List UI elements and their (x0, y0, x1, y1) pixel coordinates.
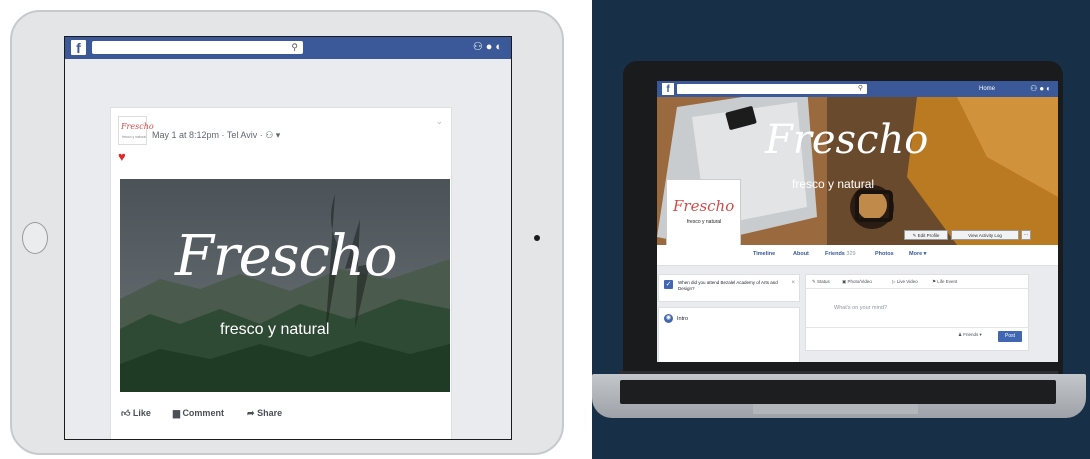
profile-logo-sub: fresco y natural (687, 219, 722, 225)
share-icon: ➦ (247, 408, 255, 418)
profile-question-card: ✓ When did you attend Bezalel Academy of… (658, 274, 800, 302)
chevron-down-icon[interactable]: ⌄ (435, 116, 443, 127)
facebook-logo-icon[interactable]: f (662, 83, 674, 95)
facebook-top-bar: f ⚲ ⚇●◐ (65, 37, 511, 59)
post-image-tagline: fresco y natural (220, 321, 330, 338)
globe-icon: ◉ (664, 314, 673, 323)
tablet-screen: f ⚲ ⚇●◐ Frescho fresco y natural May 1 a… (64, 36, 512, 440)
share-button[interactable]: ➦ Share (247, 408, 282, 419)
tab-photos[interactable]: Photos (875, 251, 894, 257)
post-meta[interactable]: May 1 at 8:12pm · Tel Aviv · ⚇ ▾ (152, 130, 280, 141)
like-icon: 👍︎ (121, 408, 131, 418)
profile-picture[interactable]: Frescho fresco y natural (667, 180, 740, 253)
search-input[interactable]: ⚲ (92, 41, 303, 54)
tab-more[interactable]: More ▾ (909, 251, 926, 257)
tablet-home-button[interactable] (22, 222, 48, 254)
composer-input[interactable]: What's on your mind? (834, 305, 887, 311)
activity-log-button[interactable]: View Activity Log (951, 230, 1019, 240)
composer-divider (806, 288, 1028, 289)
post-button[interactable]: Post (998, 331, 1022, 342)
avatar-logo-text: Frescho (121, 122, 154, 131)
laptop-trackpad (753, 404, 918, 414)
post-image[interactable]: Frescho fresco y natural (120, 179, 450, 392)
facebook-logo-icon[interactable]: f (71, 40, 86, 56)
avatar-tagline: fresco y natural (122, 135, 146, 139)
comment-icon: ▆ (173, 408, 180, 418)
reaction-summary[interactable] (116, 436, 316, 439)
composer-tab-event[interactable]: ⚑ Life Event (932, 279, 957, 285)
edit-profile-button[interactable]: ✎ Edit Profile (904, 230, 948, 240)
laptop-keyboard (620, 380, 1056, 404)
audience-selector[interactable]: ♟ Friends ▾ (958, 332, 982, 338)
post-actions: 👍︎ Like ▆ Comment ➦ Share (121, 408, 421, 424)
laptop-screen: f ⚲ Home ⚇●◐ Frescho fresco y natural Fr… (657, 81, 1058, 362)
page-avatar[interactable]: Frescho fresco y natural (118, 116, 154, 145)
composer-footer-divider (806, 327, 1028, 328)
laptop-facebook-top-bar: f ⚲ Home ⚇●◐ (657, 81, 1058, 97)
search-icon[interactable]: ⚲ (291, 41, 298, 54)
more-options-button[interactable]: ··· (1021, 230, 1031, 240)
tab-friends[interactable]: Friends 329 (825, 251, 856, 257)
comment-button[interactable]: ▆ Comment (173, 408, 224, 419)
nav-icons[interactable]: ⚇●◐ (1030, 84, 1053, 94)
laptop-base (592, 374, 1086, 418)
checkbox-icon[interactable]: ✓ (664, 280, 673, 289)
composer-tab-live[interactable]: ▷ Live Video (892, 279, 918, 285)
tab-about[interactable]: About (793, 251, 809, 257)
like-button[interactable]: 👍︎ Like (121, 408, 151, 419)
tab-timeline[interactable]: Timeline (753, 251, 775, 257)
post-composer: ✎ Status ▣ Photo/Video ▷ Live Video ⚑ Li… (805, 274, 1029, 351)
cover-brand: Frescho (765, 117, 929, 163)
tablet-camera (534, 235, 540, 241)
nav-icons[interactable]: ⚇●◐ (473, 40, 505, 55)
intro-label: Intro (677, 316, 689, 322)
post-image-brand: Frescho (175, 224, 398, 289)
composer-tab-status[interactable]: ✎ Status (812, 279, 830, 285)
composer-tab-photo[interactable]: ▣ Photo/Video (842, 279, 872, 285)
cover-tagline: fresco y natural (792, 177, 875, 191)
laptop-search-input[interactable]: ⚲ (677, 84, 867, 94)
profile-tabs: Timeline About Friends 329 Photos More ▾ (657, 245, 1058, 266)
profile-logo-text: Frescho (673, 197, 735, 215)
search-icon[interactable]: ⚲ (858, 84, 863, 94)
heart-icon: ♥ (118, 149, 126, 164)
home-link[interactable]: Home (979, 84, 995, 94)
close-icon[interactable]: × (791, 280, 795, 286)
profile-question[interactable]: When did you attend Bezalel Academy of A… (678, 280, 778, 292)
intro-card: ◉ Intro (658, 307, 800, 362)
post-card: Frescho fresco y natural May 1 at 8:12pm… (110, 107, 452, 439)
